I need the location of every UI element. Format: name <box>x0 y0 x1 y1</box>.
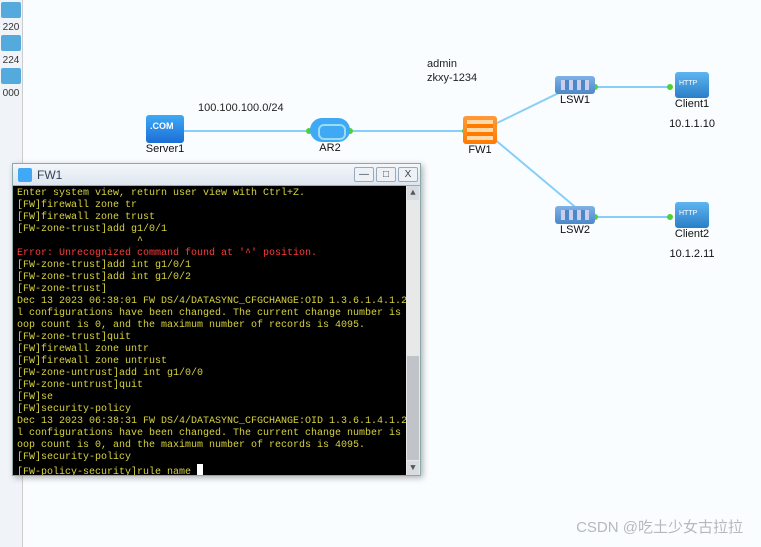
cli-line: [FW-zone-trust] <box>17 284 416 296</box>
node-label: LSW2 <box>555 224 595 236</box>
cli-line: Enter system view, return user view with… <box>17 188 416 200</box>
node-client1[interactable]: Client1 10.1.1.10 <box>662 72 722 130</box>
scroll-down-arrow[interactable]: ▼ <box>407 461 419 475</box>
link-lsw1-client1 <box>595 86 670 88</box>
cli-scrollbar[interactable]: ▲ ▼ <box>406 186 420 475</box>
cli-line: oop count is 0, and the maximum number o… <box>17 320 416 332</box>
cli-line: [FW-policy-security]rule name <box>17 464 416 475</box>
maximize-button[interactable]: □ <box>376 167 396 182</box>
cli-terminal[interactable]: Enter system view, return user view with… <box>13 186 420 475</box>
cli-titlebar[interactable]: FW1 — □ X <box>13 164 420 186</box>
link-server-ar2 <box>181 130 309 132</box>
client-icon <box>675 202 709 228</box>
node-label: LSW1 <box>555 94 595 106</box>
cli-line: [FW]firewall zone untrust <box>17 356 416 368</box>
cli-window-fw1[interactable]: FW1 — □ X Enter system view, return user… <box>12 163 421 476</box>
client-icon <box>675 72 709 98</box>
node-ip: 10.1.1.10 <box>662 118 722 130</box>
switch-icon <box>555 206 595 224</box>
switch-icon <box>555 76 595 94</box>
firewall-icon <box>463 116 497 144</box>
cli-line: oop count is 0, and the maximum number o… <box>17 440 416 452</box>
scroll-thumb[interactable] <box>407 356 419 460</box>
node-ip: 10.1.2.11 <box>662 248 722 260</box>
router-icon <box>310 118 350 142</box>
cli-cursor <box>197 464 203 475</box>
cli-line: [FW-zone-trust]add g1/0/1 <box>17 224 416 236</box>
cli-line: [FW]firewall zone tr <box>17 200 416 212</box>
subnet-label: 100.100.100.0/24 <box>198 102 284 114</box>
cli-line: [FW-zone-trust]add int g1/0/2 <box>17 272 416 284</box>
node-server1[interactable]: Server1 <box>145 115 185 155</box>
cli-line: [FW-zone-trust]quit <box>17 332 416 344</box>
node-lsw1[interactable]: LSW1 <box>555 76 595 106</box>
node-label: Client2 <box>662 228 722 240</box>
cli-line: Error: Unrecognized command found at '^'… <box>17 248 416 260</box>
link-fw1-lsw2 <box>492 137 581 212</box>
cli-line: [FW-zone-trust]add int g1/0/1 <box>17 260 416 272</box>
admin-pass-label: zkxy-1234 <box>427 72 477 84</box>
minimize-button[interactable]: — <box>354 167 374 182</box>
node-client2[interactable]: Client2 10.1.2.11 <box>662 202 722 260</box>
node-lsw2[interactable]: LSW2 <box>555 206 595 236</box>
window-icon <box>18 168 32 182</box>
admin-user-label: admin <box>427 58 457 70</box>
cli-line: Dec 13 2023 06:38:01 FW DS/4/DATASYNC_CF… <box>17 296 416 308</box>
link-lsw2-client2 <box>595 216 670 218</box>
node-label: Client1 <box>662 98 722 110</box>
watermark: CSDN @吃土少女古拉拉 <box>576 516 743 537</box>
cli-line: ^ <box>17 236 416 248</box>
node-label: AR2 <box>310 142 350 154</box>
node-fw1[interactable]: FW1 <box>460 116 500 156</box>
cli-line: [FW]se <box>17 392 416 404</box>
cli-line: Dec 13 2023 06:38:31 FW DS/4/DATASYNC_CF… <box>17 416 416 428</box>
window-title: FW1 <box>37 168 354 182</box>
cli-line: l configurations have been changed. The … <box>17 308 416 320</box>
cli-line: [FW]firewall zone trust <box>17 212 416 224</box>
cli-line: [FW]security-policy <box>17 452 416 464</box>
cli-line: [FW-zone-untrust]quit <box>17 380 416 392</box>
server-icon <box>146 115 184 143</box>
node-label: Server1 <box>145 143 185 155</box>
link-ar2-fw1 <box>350 130 465 132</box>
cli-line: l configurations have been changed. The … <box>17 428 416 440</box>
node-label: FW1 <box>460 144 500 156</box>
node-ar2[interactable]: AR2 <box>310 118 350 154</box>
close-button[interactable]: X <box>398 167 418 182</box>
cli-line: [FW-zone-untrust]add int g1/0/0 <box>17 368 416 380</box>
scroll-up-arrow[interactable]: ▲ <box>407 186 419 200</box>
cli-line: [FW]security-policy <box>17 404 416 416</box>
cli-line: [FW]firewall zone untr <box>17 344 416 356</box>
